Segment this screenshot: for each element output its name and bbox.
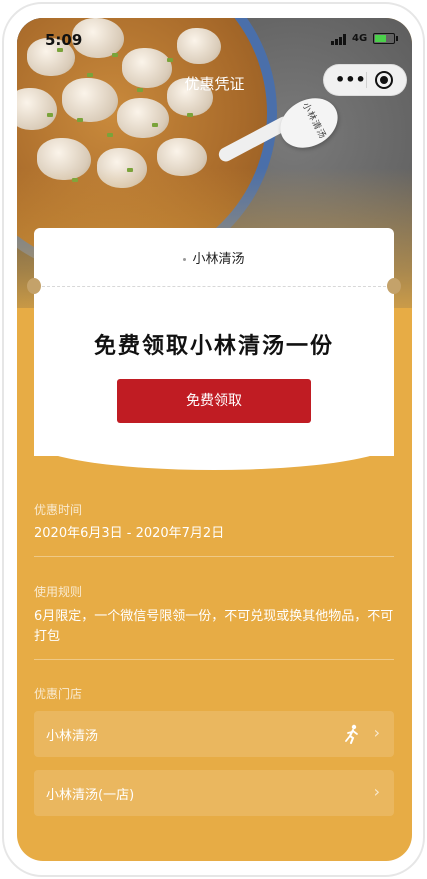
coupon-title: 免费领取小林清汤一份 <box>93 334 334 359</box>
app-screen: 小林清汤 5:09 4G 优惠凭证 ••• 小林清汤 免费领取小林清汤一份 免费 <box>17 18 412 861</box>
status-bar: 5:09 4G <box>17 18 412 58</box>
coupon-store-name: 小林清汤 <box>34 248 394 267</box>
chevron-right-icon: › <box>373 782 380 801</box>
section-divider <box>34 556 394 557</box>
chevron-right-icon: › <box>373 723 380 742</box>
rules-value: 6月限定，一个微信号限领一份，不可兑现或换其他物品，不可打包 <box>34 609 394 644</box>
status-time: 5:09 <box>45 31 83 49</box>
coupon-notch-right <box>387 278 401 294</box>
coupon-divider <box>42 286 386 287</box>
stores-label: 优惠门店 <box>34 687 83 701</box>
store-row[interactable]: 小林清汤 › <box>34 711 394 757</box>
coupon-notch-left <box>27 278 41 294</box>
more-dots-icon[interactable]: ••• <box>335 70 366 90</box>
validity-label: 优惠时间 <box>34 503 83 517</box>
signal-icon <box>331 34 349 45</box>
walking-person-icon <box>345 724 358 744</box>
section-divider <box>34 659 394 660</box>
store-row[interactable]: 小林清汤(一店) › <box>34 770 394 816</box>
validity-value: 2020年6月3日 - 2020年7月2日 <box>34 526 225 541</box>
claim-button[interactable]: 免费领取 <box>117 379 311 423</box>
rules-label: 使用规则 <box>34 585 83 599</box>
coupon-card: 小林清汤 免费领取小林清汤一份 免费领取 <box>27 228 401 470</box>
capsule-close-icon[interactable] <box>374 70 394 90</box>
network-type: 4G <box>352 33 368 44</box>
store-row-name: 小林清汤 <box>46 729 99 744</box>
store-row-name: 小林清汤(一店) <box>46 788 135 803</box>
battery-icon <box>373 33 395 44</box>
capsule-divider <box>366 72 367 88</box>
